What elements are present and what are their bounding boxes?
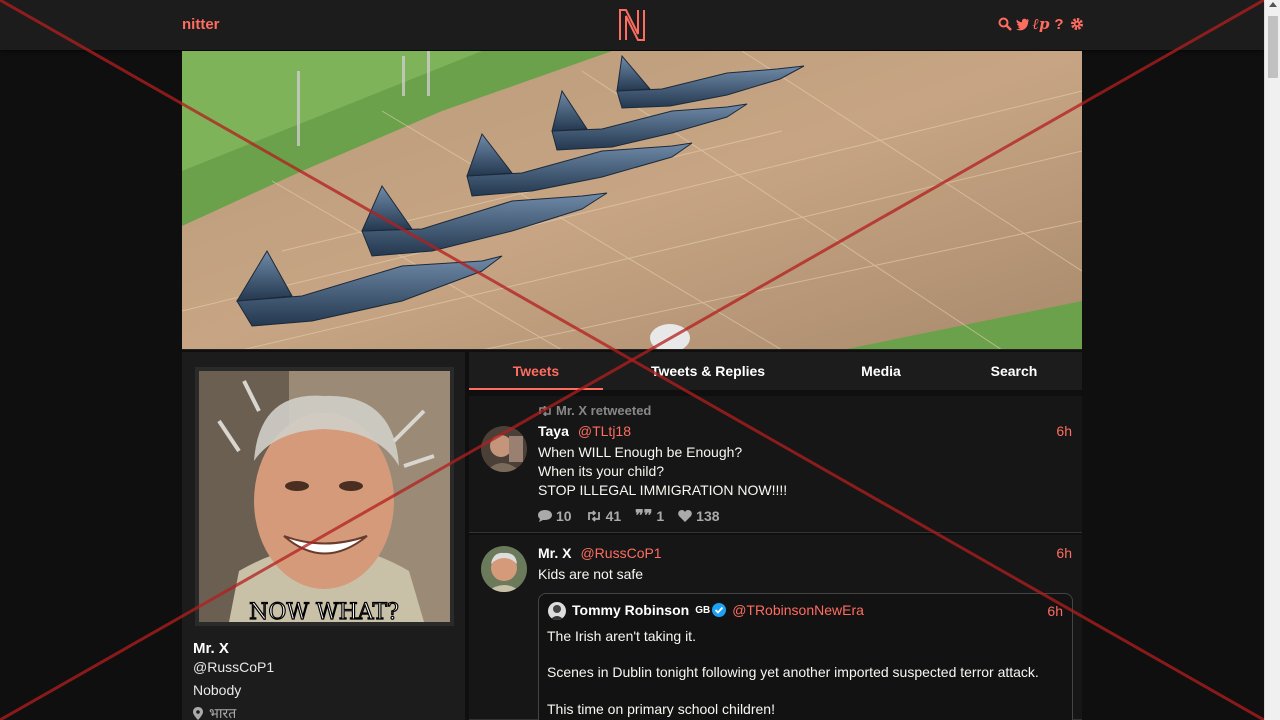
profile-username[interactable]: @RussCoP1 <box>193 659 274 675</box>
tweet-avatar[interactable] <box>481 426 527 472</box>
brand-link[interactable]: nitter <box>182 16 220 33</box>
quote-paragraph: Scenes in Dublin tonight following yet a… <box>547 664 1039 680</box>
verified-badge-icon <box>712 603 727 617</box>
tweet-username[interactable]: @TLtj18 <box>578 423 631 439</box>
reply-stat[interactable]: 10 <box>538 506 572 525</box>
profile-fullname[interactable]: Mr. X <box>193 640 229 657</box>
liberapay-icon[interactable]: ℓp <box>1033 15 1050 33</box>
search-icon[interactable] <box>998 16 1012 32</box>
quote-flag: GB <box>695 604 711 616</box>
quote-header: Tommy Robinson GB @TRobinsonNewEra <box>572 602 864 618</box>
quoted-tweet[interactable]: Tommy Robinson GB @TRobinsonNewEra 6h Th… <box>538 593 1073 720</box>
tab-tweets[interactable]: Tweets <box>469 352 603 390</box>
top-navbar: nitter ℓp ? <box>0 0 1264 50</box>
retweet-icon <box>587 509 600 522</box>
quote-fullname[interactable]: Tommy Robinson <box>572 602 689 618</box>
tweet-fullname[interactable]: Taya <box>538 423 569 439</box>
tweet-line: STOP ILLEGAL IMMIGRATION NOW!!!! <box>538 482 788 498</box>
twitter-bird-icon[interactable] <box>1016 16 1030 32</box>
quote-date[interactable]: 6h <box>1047 603 1063 619</box>
gear-icon[interactable] <box>1070 16 1084 32</box>
quote-paragraph: The Irish aren't taking it. <box>547 628 696 644</box>
scroll-up-arrow-icon[interactable] <box>1269 2 1277 7</box>
quote-icon: ❞❞ <box>635 506 653 525</box>
page-scrollbar[interactable] <box>1264 0 1280 720</box>
profile-avatar[interactable]: NOW WHAT? <box>195 367 454 626</box>
retweet-header-text: Mr. X retweeted <box>556 403 652 418</box>
tweet-line: When its your child? <box>538 463 665 479</box>
tab-search[interactable]: Search <box>974 352 1054 390</box>
quote-avatar[interactable] <box>548 602 566 620</box>
tweet-content: Kids are not safe <box>538 566 644 582</box>
comment-icon <box>538 509 552 522</box>
tweet-stats: 10 41 ❞❞ 1 138 <box>538 506 720 525</box>
timeline: Mr. X retweeted Taya @TLtj18 6h When WIL… <box>469 396 1082 720</box>
tweet-content: When WILL Enough be Enough? When its you… <box>538 443 787 500</box>
timeline-tabs: Tweets Tweets & Replies Media Search <box>469 352 1082 390</box>
avatar-meme-caption: NOW WHAT? <box>249 600 399 622</box>
profile-location: भारत <box>193 704 236 720</box>
heart-icon <box>678 509 692 522</box>
nav-icon-group: ℓp ? <box>998 15 1084 33</box>
nitter-logo-icon[interactable] <box>618 8 646 47</box>
tweet-line: When WILL Enough be Enough? <box>538 444 743 460</box>
quote-username[interactable]: @TRobinsonNewEra <box>732 602 864 618</box>
tab-media[interactable]: Media <box>837 352 925 390</box>
tweet-date[interactable]: 6h <box>1056 545 1072 561</box>
tweet-username[interactable]: @RussCoP1 <box>580 545 661 561</box>
tweet-fullname[interactable]: Mr. X <box>538 545 571 561</box>
retweet-header: Mr. X retweeted <box>538 403 651 418</box>
tab-tweets-replies[interactable]: Tweets & Replies <box>637 352 779 390</box>
tweet-header: Mr. X @RussCoP1 <box>538 545 662 561</box>
profile-location-text: भारत <box>209 705 237 720</box>
location-pin-icon <box>193 707 203 720</box>
tweet-header: Taya @TLtj18 <box>538 423 631 439</box>
help-icon[interactable]: ? <box>1052 16 1066 33</box>
tweet-avatar[interactable] <box>481 546 527 592</box>
tweet-date[interactable]: 6h <box>1056 423 1072 439</box>
quote-stat[interactable]: ❞❞ 1 <box>635 506 664 525</box>
retweet-icon <box>539 405 551 416</box>
profile-card: NOW WHAT? Mr. X @RussCoP1 Nobody भारत <box>182 352 465 720</box>
timeline-item-retweet[interactable]: Mr. X retweeted Taya @TLtj18 6h When WIL… <box>469 396 1082 533</box>
profile-bio: Nobody <box>193 682 242 698</box>
fighter-jets-banner-image <box>182 51 1082 349</box>
retweet-stat[interactable]: 41 <box>586 506 621 525</box>
profile-banner[interactable] <box>182 51 1082 350</box>
quote-paragraph: This time on primary school children! <box>547 701 775 717</box>
like-stat[interactable]: 138 <box>678 506 720 525</box>
scrollbar-thumb[interactable] <box>1268 16 1278 78</box>
